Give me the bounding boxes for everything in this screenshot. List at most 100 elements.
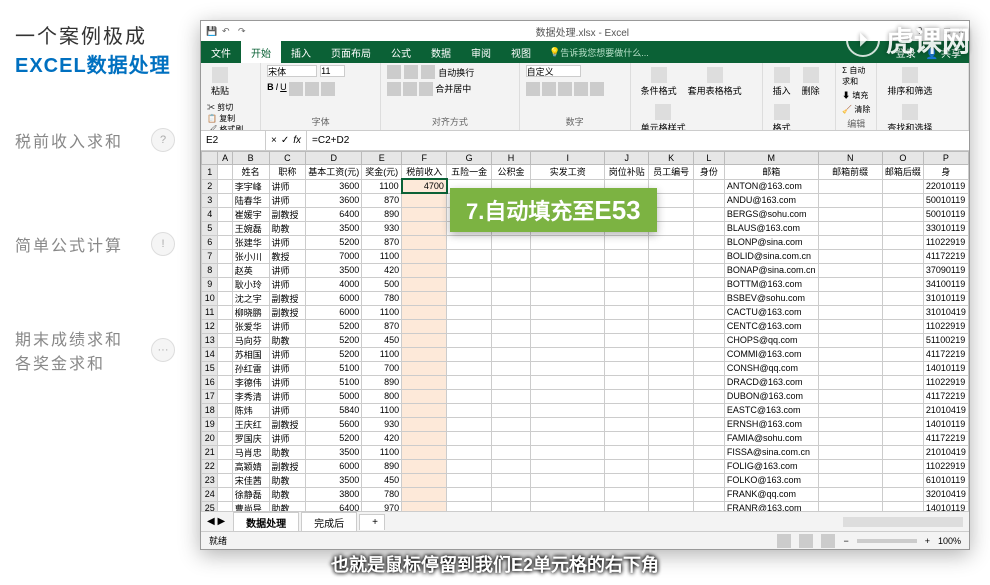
- cell[interactable]: [531, 473, 605, 487]
- cell[interactable]: [491, 319, 531, 333]
- row-header[interactable]: 1: [202, 165, 218, 180]
- cell[interactable]: [531, 375, 605, 389]
- nav-btn-help[interactable]: ?: [151, 128, 175, 152]
- cell[interactable]: [447, 333, 491, 347]
- cell[interactable]: 姓名: [232, 165, 269, 180]
- cell[interactable]: [605, 305, 649, 319]
- cell[interactable]: [218, 263, 232, 277]
- col-header-M[interactable]: M: [724, 152, 818, 165]
- tell-me-search[interactable]: 💡 告诉我您想要做什么...: [541, 41, 657, 63]
- col-header-J[interactable]: J: [605, 152, 649, 165]
- cell[interactable]: [447, 347, 491, 361]
- qat-undo-icon[interactable]: ↶: [222, 26, 232, 36]
- cell[interactable]: [218, 347, 232, 361]
- cell[interactable]: [818, 193, 882, 207]
- cell[interactable]: [818, 473, 882, 487]
- cell[interactable]: 3800: [306, 487, 362, 501]
- zoom-out-button[interactable]: −: [843, 536, 848, 546]
- cell[interactable]: 宋佳茜: [232, 473, 269, 487]
- cell[interactable]: [693, 375, 724, 389]
- cell[interactable]: [693, 263, 724, 277]
- cell[interactable]: 5200: [306, 235, 362, 249]
- row-header[interactable]: 2: [202, 179, 218, 193]
- cell[interactable]: 高颖婧: [232, 459, 269, 473]
- cell[interactable]: 450: [362, 473, 402, 487]
- row-header[interactable]: 21: [202, 445, 218, 459]
- cell[interactable]: [218, 165, 232, 180]
- cell[interactable]: 王婉磊: [232, 221, 269, 235]
- cell[interactable]: [218, 501, 232, 511]
- cell[interactable]: [882, 333, 923, 347]
- cell[interactable]: [693, 431, 724, 445]
- cell[interactable]: [882, 291, 923, 305]
- font-color-icon[interactable]: [321, 82, 335, 96]
- cell[interactable]: [531, 389, 605, 403]
- cell-E24[interactable]: [402, 487, 447, 501]
- cell[interactable]: 21010419: [923, 445, 968, 459]
- cell[interactable]: [218, 375, 232, 389]
- cell[interactable]: 邮箱后缀: [882, 165, 923, 180]
- cell[interactable]: 讲师: [269, 277, 306, 291]
- cell[interactable]: 1100: [362, 179, 402, 193]
- cell[interactable]: [693, 445, 724, 459]
- cell[interactable]: [491, 263, 531, 277]
- cell[interactable]: 41172219: [923, 431, 968, 445]
- qat-save-icon[interactable]: 💾: [206, 26, 216, 36]
- cell[interactable]: [693, 319, 724, 333]
- cell[interactable]: 41172219: [923, 389, 968, 403]
- cell[interactable]: CONSH@qq.com: [724, 361, 818, 375]
- font-name-input[interactable]: [267, 65, 317, 77]
- cell[interactable]: 讲师: [269, 235, 306, 249]
- cell[interactable]: [491, 347, 531, 361]
- cell[interactable]: [605, 459, 649, 473]
- cell[interactable]: [605, 263, 649, 277]
- cell[interactable]: 张建华: [232, 235, 269, 249]
- cell[interactable]: FISSA@sina.com.cn: [724, 445, 818, 459]
- cell[interactable]: [447, 319, 491, 333]
- cell[interactable]: [818, 403, 882, 417]
- cell[interactable]: [649, 431, 693, 445]
- cell[interactable]: 曹尚导: [232, 501, 269, 511]
- cell[interactable]: 6400: [306, 207, 362, 221]
- format-cells-button[interactable]: 格式: [769, 102, 795, 131]
- cell[interactable]: [649, 305, 693, 319]
- sheet-tab-add[interactable]: +: [359, 514, 385, 530]
- cell[interactable]: [491, 305, 531, 319]
- cell[interactable]: [649, 249, 693, 263]
- cell[interactable]: [605, 501, 649, 511]
- cell[interactable]: [693, 291, 724, 305]
- cell[interactable]: [218, 277, 232, 291]
- cell[interactable]: [447, 235, 491, 249]
- cell-style-button[interactable]: 单元格样式: [637, 102, 690, 131]
- cell[interactable]: [882, 347, 923, 361]
- cell[interactable]: 助教: [269, 487, 306, 501]
- cell[interactable]: [818, 389, 882, 403]
- cell[interactable]: 890: [362, 375, 402, 389]
- cell[interactable]: 11022919: [923, 319, 968, 333]
- cell[interactable]: [218, 487, 232, 501]
- tab-home[interactable]: 开始: [241, 41, 281, 63]
- cell[interactable]: [218, 221, 232, 235]
- cell[interactable]: [882, 179, 923, 193]
- row-header[interactable]: 7: [202, 249, 218, 263]
- cell-E12[interactable]: [402, 319, 447, 333]
- cell[interactable]: [531, 445, 605, 459]
- row-header[interactable]: 11: [202, 305, 218, 319]
- cell[interactable]: 助教: [269, 445, 306, 459]
- cell[interactable]: 讲师: [269, 263, 306, 277]
- cell[interactable]: [531, 361, 605, 375]
- cell[interactable]: [818, 487, 882, 501]
- cell[interactable]: [649, 487, 693, 501]
- cell[interactable]: 34100119: [923, 277, 968, 291]
- insert-cells-button[interactable]: 插入: [769, 65, 795, 99]
- col-header-K[interactable]: K: [649, 152, 693, 165]
- row-header[interactable]: 6: [202, 235, 218, 249]
- cell[interactable]: [882, 445, 923, 459]
- cell[interactable]: [649, 445, 693, 459]
- row-header[interactable]: 10: [202, 291, 218, 305]
- cell[interactable]: [693, 361, 724, 375]
- cell[interactable]: 32010419: [923, 487, 968, 501]
- cell[interactable]: [531, 501, 605, 511]
- cell[interactable]: [693, 333, 724, 347]
- cell[interactable]: 50010119: [923, 207, 968, 221]
